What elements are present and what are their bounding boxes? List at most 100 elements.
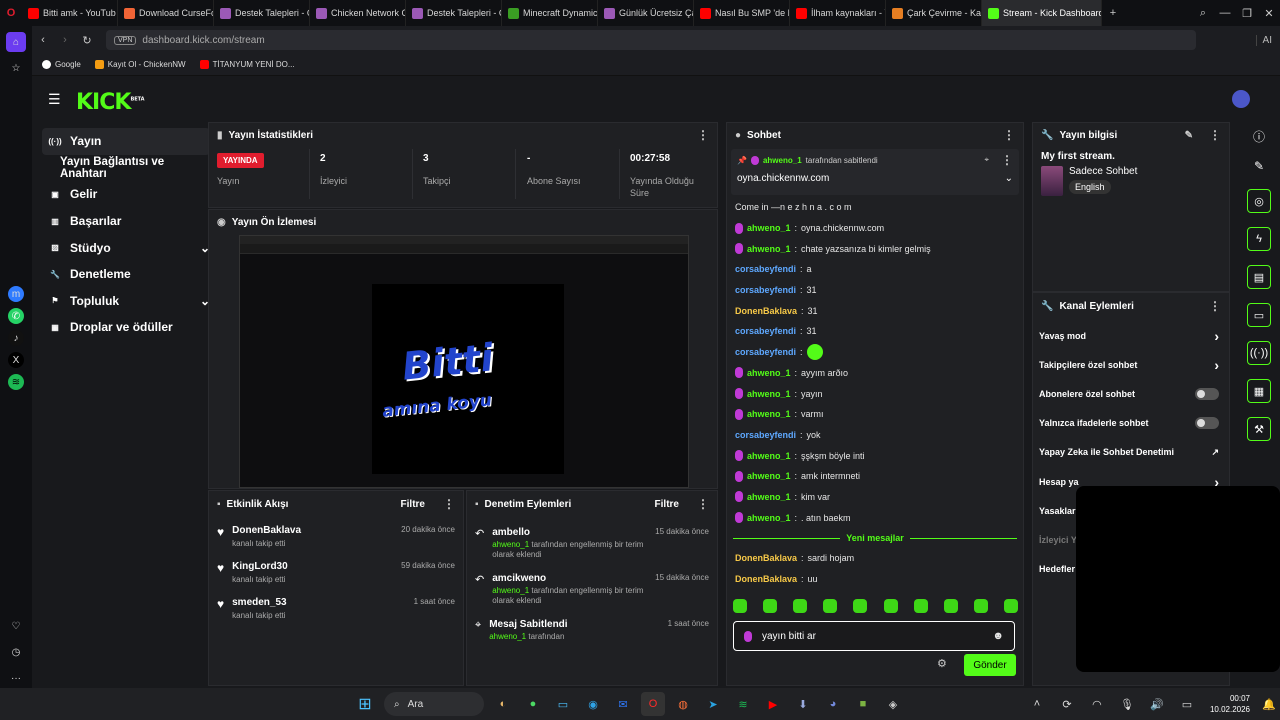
opera-icon[interactable]: O — [641, 692, 665, 716]
chat-message[interactable]: ahweno_1: varmı — [727, 404, 1023, 425]
minimize-button[interactable]: — — [1214, 0, 1236, 26]
browser-tab[interactable]: Günlük Ücretsiz Çark — [598, 0, 694, 26]
desktop-icon[interactable]: ▭ — [551, 692, 575, 716]
search-tabs-icon[interactable]: ⌕ — [1192, 0, 1214, 26]
tools-icon[interactable]: ⚒ — [1247, 417, 1271, 441]
chat-username[interactable]: DonenBaklava — [735, 553, 797, 563]
chat-message[interactable]: DonenBaklava: sardi hojam — [727, 548, 1023, 569]
chat-more-icon[interactable]: ⋮ — [1003, 128, 1015, 142]
chat-message[interactable]: corsabeyfendi: yok — [727, 425, 1023, 446]
broadcast-signal-icon[interactable]: ((·)) — [1247, 341, 1271, 365]
info-more-icon[interactable]: ⋮ — [1209, 128, 1221, 142]
activity-filter-button[interactable]: Filtre — [401, 499, 425, 510]
chat-username[interactable]: ahweno_1 — [747, 471, 791, 481]
browser-tab[interactable]: Download CurseForg — [118, 0, 214, 26]
activity-user[interactable]: DonenBaklava — [232, 525, 301, 536]
external-link-icon[interactable]: ↗ — [1211, 447, 1219, 458]
emote-icon[interactable] — [793, 599, 808, 613]
chat-username[interactable]: corsabeyfendi — [735, 347, 796, 357]
url-text[interactable]: dashboard.kick.com/stream — [142, 35, 264, 46]
toggle-switch[interactable] — [1195, 387, 1219, 400]
chat-message[interactable]: ahweno_1: amk intermneti — [727, 466, 1023, 487]
camera-icon[interactable]: ◎ — [1247, 189, 1271, 213]
nav-item[interactable]: Yayın Bağlantısı ve Anahtarı — [42, 155, 210, 182]
x-icon[interactable]: X — [8, 352, 24, 368]
emote-icon[interactable] — [913, 599, 928, 613]
browser-tab[interactable]: Çark Çevirme - Karar — [886, 0, 982, 26]
edge-icon[interactable]: ◉ — [581, 692, 605, 716]
undo-icon[interactable]: ↶ — [475, 527, 484, 561]
chat-input-text[interactable]: yayın bitti ar — [762, 631, 816, 642]
chevron-right-icon[interactable]: › — [1214, 328, 1219, 344]
tiktok-icon[interactable]: ♪ — [8, 330, 24, 346]
emoji-picker-icon[interactable]: ☻ — [992, 630, 1004, 642]
opera-menu-icon[interactable]: O — [0, 0, 22, 26]
wifi-icon[interactable]: ◠ — [1085, 692, 1109, 716]
nav-item[interactable]: ▣ Gelir — [42, 181, 210, 208]
home-icon[interactable]: ⌂ — [6, 32, 26, 52]
browser-tab[interactable]: Destek Talepleri - Chi — [214, 0, 310, 26]
emote-icon[interactable] — [943, 599, 958, 613]
edit-icon[interactable]: ✎ — [1185, 130, 1193, 141]
chat-message[interactable]: DonenBaklava:31 — [727, 300, 1023, 321]
minecraft-icon[interactable]: ■ — [851, 692, 875, 716]
activity-item[interactable]: ♥ smeden_53 kanalı takip etti 1 saat önce — [209, 591, 463, 627]
moderation-more-icon[interactable]: ⋮ — [697, 497, 709, 511]
activity-user[interactable]: smeden_53 — [232, 597, 286, 608]
nav-item[interactable]: 🔧 Denetleme — [42, 261, 210, 288]
expand-chevron-icon[interactable]: ⌄ — [1005, 173, 1013, 184]
kick-logo[interactable]: KICKBETA — [76, 90, 145, 115]
pin-icon[interactable]: ⌖ — [475, 619, 481, 653]
lightning-icon[interactable]: ϟ — [1247, 227, 1271, 251]
chat-username[interactable]: corsabeyfendi — [735, 430, 796, 440]
nav-item[interactable]: ((·)) Yayın — [42, 128, 210, 155]
chat-username[interactable]: ahweno_1 — [747, 409, 791, 419]
browser-tab[interactable]: Bitti amk - YouTub — [22, 0, 118, 26]
taskbar-search[interactable]: ⌕ Ara — [384, 692, 484, 716]
chat-message[interactable]: corsabeyfendi:31 — [727, 280, 1023, 301]
vpn-badge[interactable]: VPN — [114, 35, 137, 45]
history-icon[interactable]: ◷ — [6, 642, 26, 662]
reload-button[interactable]: ↻ — [76, 27, 98, 53]
tray-chevron-icon[interactable]: ˄ — [1025, 692, 1049, 716]
windows-start-icon[interactable]: ⊞ — [353, 692, 377, 716]
hamburger-menu-icon[interactable]: ☰ — [48, 91, 61, 108]
clock[interactable]: 00:07 10.02.2026 — [1210, 693, 1250, 715]
spotify-taskbar-icon[interactable]: ≋ — [731, 692, 755, 716]
nav-item[interactable]: ▦ Droplar ve ödüller — [42, 314, 210, 341]
pencil-icon[interactable]: ✎ — [1254, 159, 1264, 173]
speed-dial-icon[interactable]: ☆ — [6, 58, 26, 78]
channel-action-row[interactable]: Yapay Zeka ile Sohbet Denetimi ↗ — [1033, 438, 1229, 467]
chat-message[interactable]: corsabeyfendi: — [727, 342, 1023, 363]
chat-username[interactable]: corsabeyfendi — [735, 264, 796, 274]
moderation-user[interactable]: ahweno_1 — [489, 632, 526, 641]
more-icon[interactable]: ··· — [6, 668, 26, 688]
activity-item[interactable]: ♥ KingLord30 kanalı takip etti 59 dakika ön… — [209, 555, 463, 591]
profile-avatar[interactable] — [1232, 90, 1250, 108]
chat-message[interactable]: ahweno_1: chate yazsanıza bi kimler gelmi… — [727, 238, 1023, 259]
moderation-filter-button[interactable]: Filtre — [655, 499, 679, 510]
food-widget-icon[interactable]: ◐ — [491, 692, 515, 716]
activity-item[interactable]: ♥ DonenBaklava kanalı takip etti 20 dakika … — [209, 519, 463, 555]
unpin-icon[interactable]: ⌖ — [984, 155, 989, 165]
pinned-more-icon[interactable]: ⋮ — [1001, 153, 1013, 167]
document-icon[interactable]: ▤ — [1247, 265, 1271, 289]
chat-username[interactable]: ahweno_1 — [747, 368, 791, 378]
nav-item[interactable]: ▥ Başarılar — [42, 208, 210, 235]
chat-settings-icon[interactable]: ⚙ — [937, 657, 947, 670]
maximize-button[interactable]: ❐ — [1236, 0, 1258, 26]
browser-tab[interactable]: Destek Talepleri - Chi — [406, 0, 502, 26]
category-thumbnail[interactable] — [1041, 166, 1063, 196]
channel-action-row[interactable]: Takipçilere özel sohbet › — [1033, 350, 1229, 379]
chat-message[interactable]: ahweno_1: oyna.chickennw.com — [727, 218, 1023, 239]
browser-tab[interactable]: İlham kaynakları - You — [790, 0, 886, 26]
close-window-button[interactable]: ✕ — [1258, 0, 1280, 26]
forward-button[interactable]: › — [54, 27, 76, 53]
chat-username[interactable]: ahweno_1 — [747, 513, 791, 523]
heart-icon[interactable]: ♡ — [6, 616, 26, 636]
send-button[interactable]: Gönder — [964, 654, 1016, 676]
moderation-user[interactable]: ahweno_1 — [492, 586, 529, 595]
chat-username[interactable]: DonenBaklava — [735, 306, 797, 316]
activity-more-icon[interactable]: ⋮ — [443, 497, 455, 511]
back-button[interactable]: ‹ — [32, 27, 54, 53]
